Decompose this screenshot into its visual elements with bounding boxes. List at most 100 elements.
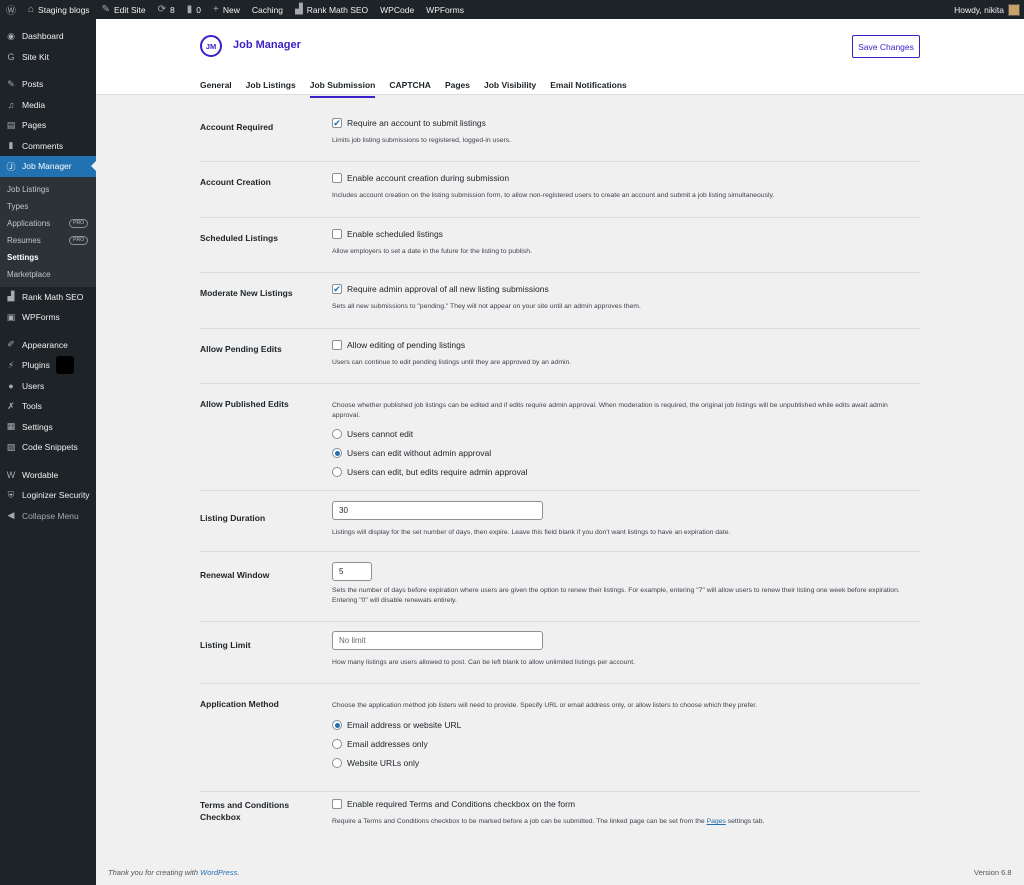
site-kit-icon: G	[7, 51, 15, 62]
scheduled-listings-checkbox-row[interactable]: Enable scheduled listings	[332, 228, 912, 240]
published-edits-option-require-approval[interactable]: Users can edit, but edits require admin …	[332, 466, 912, 478]
account-required-checkbox[interactable]: ✔	[332, 118, 342, 128]
moderate-checkbox[interactable]: ✔	[332, 284, 342, 294]
listing-limit-input[interactable]: No limit	[332, 631, 543, 650]
home-icon: ⌂	[28, 4, 35, 15]
submenu-item-job-listings[interactable]: Job Listings	[0, 181, 96, 198]
sidebar-item-label: Dashboard	[22, 31, 64, 42]
sidebar-item-loginizer[interactable]: ⛨ Loginizer Security	[0, 485, 96, 506]
renewal-window-input[interactable]: 5	[332, 562, 372, 581]
sidebar-item-pages[interactable]: ▤ Pages	[0, 115, 96, 136]
sidebar-item-site-kit[interactable]: G Site Kit	[0, 47, 96, 68]
setting-renewal-window: Renewal Window 5 Sets the number of days…	[200, 552, 920, 622]
comments-count: 0	[196, 4, 201, 15]
radio-button[interactable]	[332, 720, 342, 730]
radio-button[interactable]	[332, 758, 342, 768]
sidebar-item-label: Users	[22, 380, 45, 391]
pending-edits-checkbox[interactable]	[332, 340, 342, 350]
wordpress-logo-button[interactable]: Ⓦ	[0, 0, 22, 19]
published-edits-option-without-approval[interactable]: Users can edit without admin approval	[332, 447, 912, 459]
sidebar-item-posts[interactable]: ✎ Posts	[0, 74, 96, 95]
updates-link[interactable]: ⟳ 8	[152, 0, 181, 19]
application-method-option-email-or-url[interactable]: Email address or website URL	[332, 719, 912, 731]
sidebar-item-settings[interactable]: ▦ Settings	[0, 417, 96, 438]
comment-icon: ▮	[186, 4, 193, 15]
sidebar-item-plugins[interactable]: ⚡ Plugins	[0, 355, 96, 376]
setting-field: 5 Sets the number of days before expirat…	[332, 562, 912, 606]
submenu-item-resumes[interactable]: Resumes PRO	[0, 232, 96, 249]
sidebar-item-rank-math[interactable]: ▟ Rank Math SEO	[0, 287, 96, 308]
account-menu[interactable]: Howdy, nikita	[954, 3, 1024, 16]
footer-thanks-text: Thank you for creating with	[108, 868, 201, 877]
sidebar-item-media[interactable]: ♫ Media	[0, 95, 96, 116]
tab-email-notifications[interactable]: Email Notifications	[550, 80, 627, 98]
submenu-item-applications[interactable]: Applications PRO	[0, 215, 96, 232]
collapse-icon: ◀	[7, 510, 15, 521]
rank-math-link[interactable]: ▟ Rank Math SEO	[289, 0, 374, 19]
sidebar-item-code-snippets[interactable]: ▧ Code Snippets	[0, 437, 96, 458]
setting-label: Application Method	[200, 699, 279, 709]
moderate-checkbox-row[interactable]: ✔ Require admin approval of all new list…	[332, 283, 912, 295]
edit-site-link[interactable]: ✎ Edit Site	[96, 0, 152, 19]
submenu-item-label: Resumes	[7, 235, 41, 245]
collapse-menu-button[interactable]: ◀ Collapse Menu	[0, 506, 96, 527]
terms-checkbox[interactable]	[332, 799, 342, 809]
edit-site-label: Edit Site	[113, 4, 146, 15]
checkbox-label: Enable scheduled listings	[347, 229, 443, 239]
account-required-checkbox-row[interactable]: ✔ Require an account to submit listings	[332, 117, 912, 129]
sidebar-item-label: Plugins	[22, 360, 50, 371]
sidebar-item-label: WPForms	[22, 312, 60, 323]
sidebar-item-appearance[interactable]: ✐ Appearance	[0, 335, 96, 356]
setting-description: Require a Terms and Conditions checkbox …	[332, 817, 912, 827]
comments-link[interactable]: ▮ 0	[181, 0, 207, 19]
listing-duration-input[interactable]: 30	[332, 501, 543, 520]
site-name-link[interactable]: ⌂ Staging blogs	[22, 0, 96, 19]
sidebar-item-label: Settings	[22, 421, 53, 432]
setting-field: Allow editing of pending listings Users …	[332, 339, 912, 368]
tab-job-listings[interactable]: Job Listings	[246, 80, 296, 98]
application-method-option-url-only[interactable]: Website URLs only	[332, 757, 912, 769]
sidebar-item-wordable[interactable]: W Wordable	[0, 465, 96, 486]
account-creation-checkbox[interactable]	[332, 173, 342, 183]
pending-edits-checkbox-row[interactable]: Allow editing of pending listings	[332, 339, 912, 351]
tab-pages[interactable]: Pages	[445, 80, 470, 98]
rank-math-icon: ▟	[7, 291, 15, 302]
setting-label: Terms and Conditions Checkbox	[200, 800, 290, 822]
sidebar-item-comments[interactable]: ▮ Comments	[0, 136, 96, 157]
save-changes-button[interactable]: Save Changes	[852, 35, 920, 58]
sidebar-item-tools[interactable]: ✗ Tools	[0, 396, 96, 417]
code-icon: ▧	[6, 441, 16, 452]
sidebar-item-users[interactable]: ● Users	[0, 376, 96, 397]
published-edits-option-cannot-edit[interactable]: Users cannot edit	[332, 428, 912, 440]
sidebar-item-dashboard[interactable]: ◉ Dashboard	[0, 26, 96, 47]
tab-job-visibility[interactable]: Job Visibility	[484, 80, 536, 98]
submenu-item-marketplace[interactable]: Marketplace	[0, 266, 96, 283]
submenu-item-types[interactable]: Types	[0, 198, 96, 215]
wpcode-link[interactable]: WPCode	[374, 0, 420, 19]
sidebar-item-job-manager[interactable]: Ⓙ Job Manager	[0, 156, 96, 177]
sidebar-item-wpforms[interactable]: ▣ WPForms	[0, 307, 96, 328]
setting-terms-checkbox: Terms and Conditions Checkbox Enable req…	[200, 792, 920, 840]
new-content-link[interactable]: + New	[207, 0, 246, 19]
tab-captcha[interactable]: CAPTCHA	[389, 80, 431, 98]
radio-button[interactable]	[332, 429, 342, 439]
radio-button[interactable]	[332, 467, 342, 477]
wordpress-link[interactable]: WordPress	[200, 868, 237, 877]
checkbox-label: Allow editing of pending listings	[347, 340, 466, 350]
radio-button[interactable]	[332, 448, 342, 458]
account-creation-checkbox-row[interactable]: Enable account creation during submissio…	[332, 172, 912, 184]
radio-button[interactable]	[332, 739, 342, 749]
submenu-item-settings[interactable]: Settings	[0, 249, 96, 266]
wpforms-link[interactable]: WPForms	[420, 0, 470, 19]
caching-link[interactable]: Caching	[246, 0, 289, 19]
setting-account-creation: Account Creation Enable account creation…	[200, 162, 920, 218]
application-method-option-email-only[interactable]: Email addresses only	[332, 738, 912, 750]
tab-general[interactable]: General	[200, 80, 232, 98]
settings-tabs: General Job Listings Job Submission CAPT…	[200, 80, 627, 98]
terms-checkbox-row[interactable]: Enable required Terms and Conditions che…	[332, 798, 912, 810]
tab-job-submission[interactable]: Job Submission	[309, 80, 376, 98]
plus-icon: +	[212, 4, 219, 15]
scheduled-listings-checkbox[interactable]	[332, 229, 342, 239]
pages-settings-link[interactable]: Pages	[707, 818, 726, 825]
setting-field: Choose whether published job listings ca…	[332, 401, 912, 478]
